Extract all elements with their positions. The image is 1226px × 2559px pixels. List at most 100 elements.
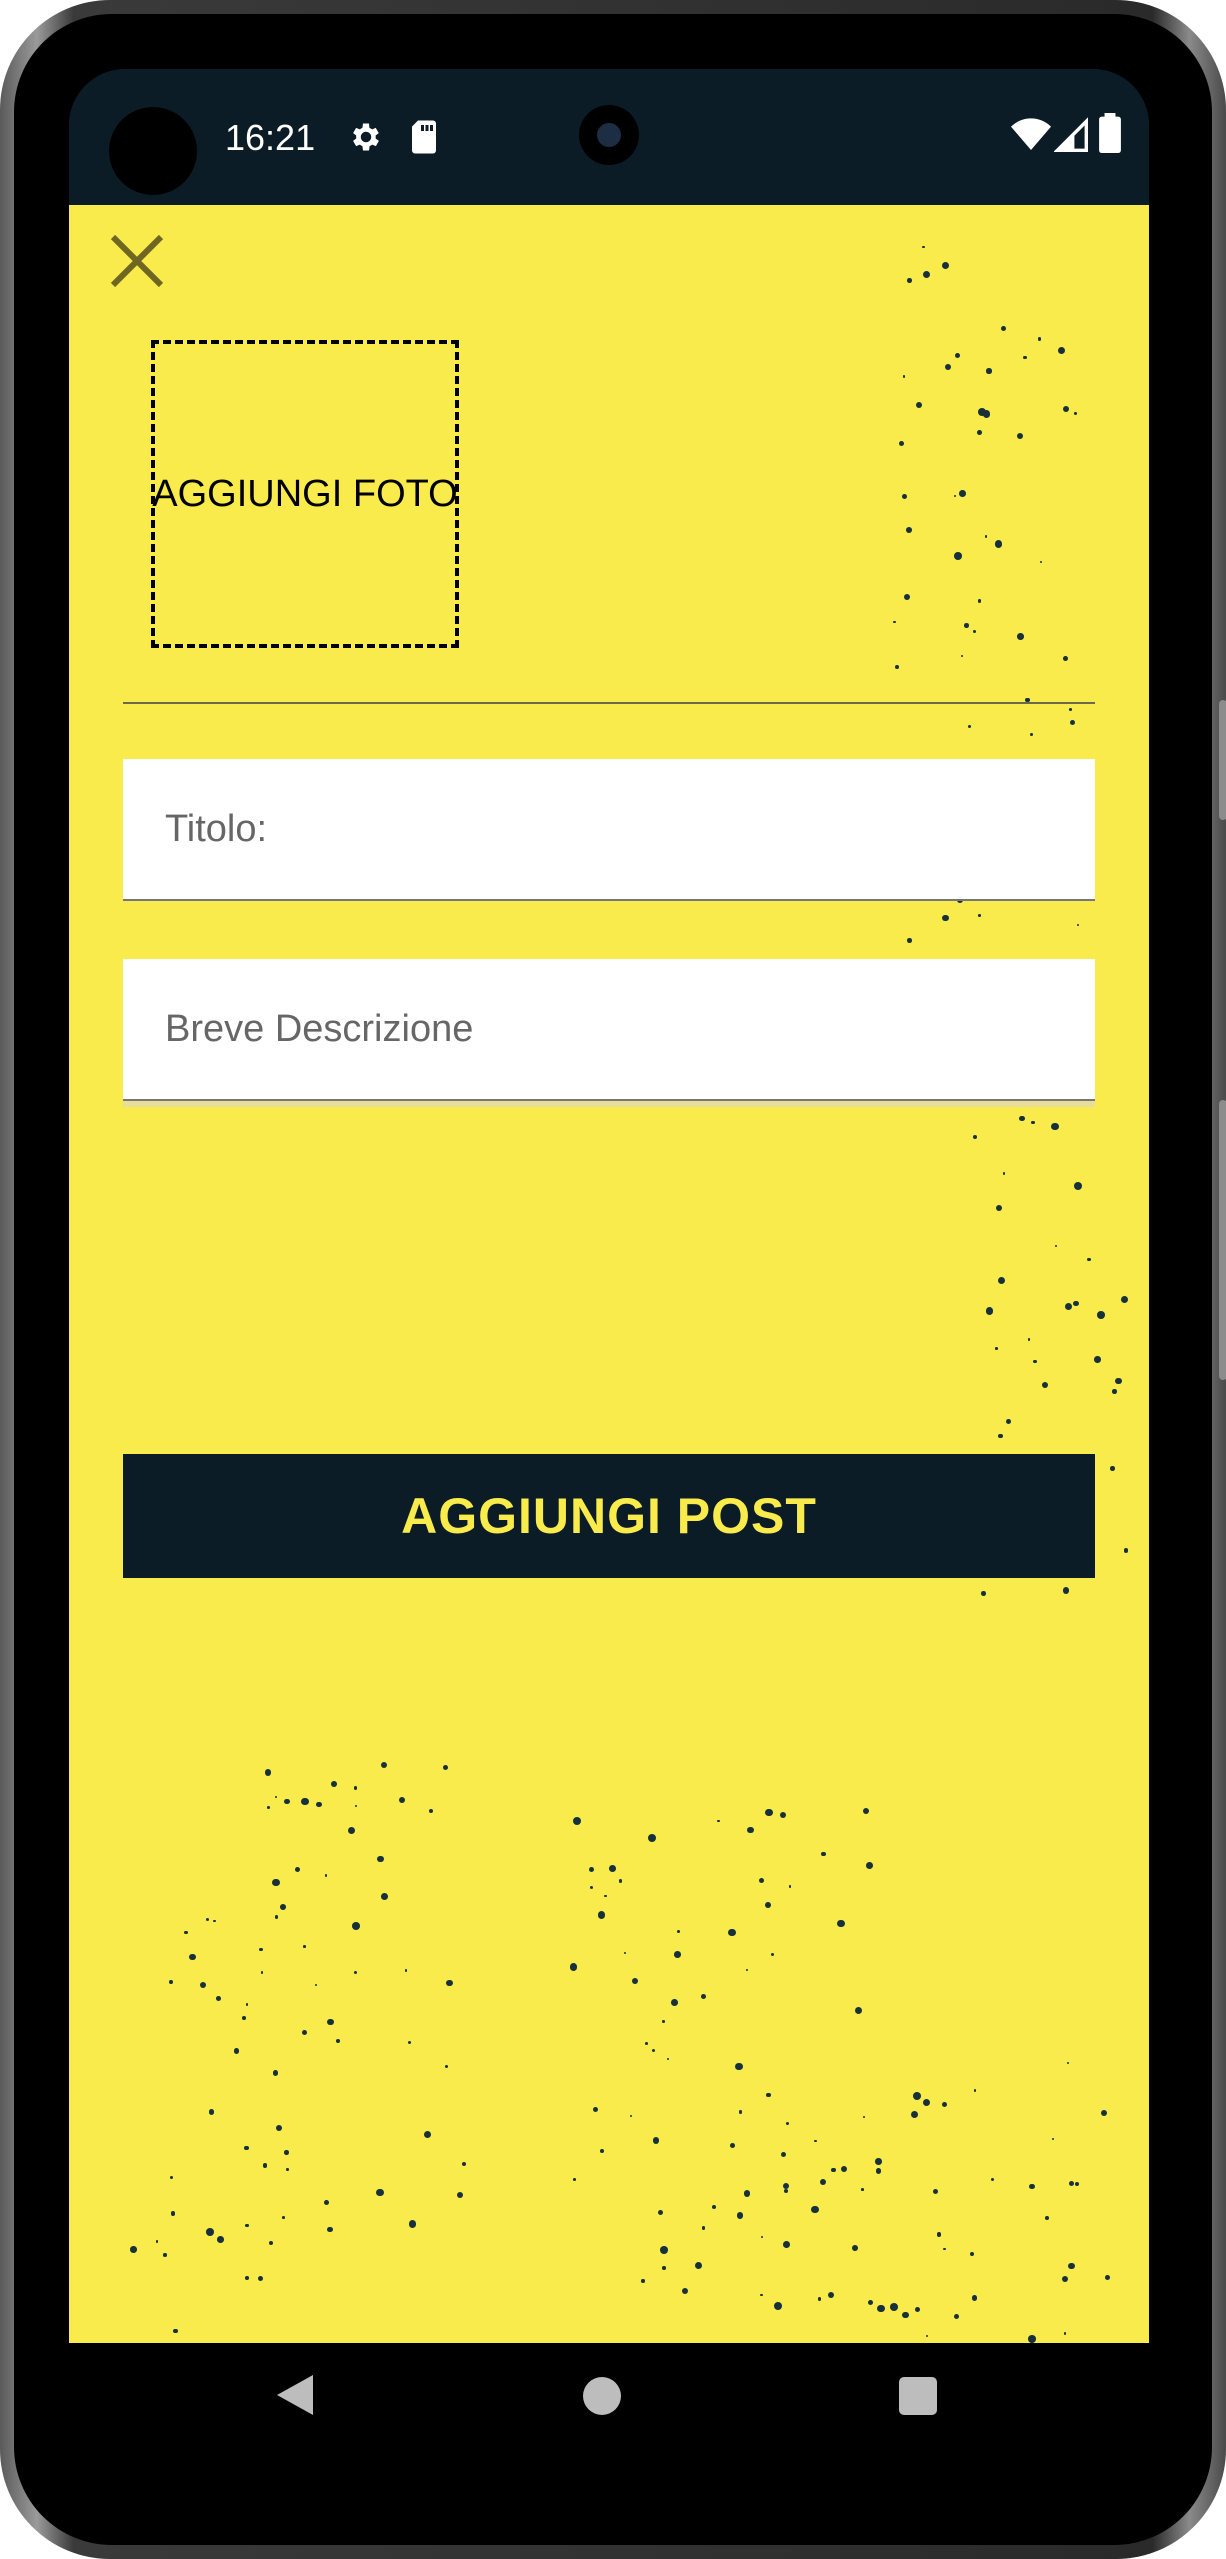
texture-speck: [985, 1307, 994, 1315]
texture-speck: [282, 2216, 286, 2220]
texture-speck: [353, 1786, 358, 1791]
texture-speck: [280, 1904, 286, 1911]
texture-speck: [921, 245, 925, 249]
texture-speck: [694, 2261, 703, 2270]
texture-speck: [272, 1878, 280, 1887]
texture-speck: [701, 1994, 707, 1999]
texture-speck: [246, 2003, 249, 2006]
texture-speck: [906, 527, 912, 534]
texture-speck: [408, 2220, 417, 2229]
texture-speck: [446, 1979, 453, 1987]
home-icon[interactable]: [583, 2377, 621, 2415]
recents-icon[interactable]: [899, 2377, 937, 2415]
texture-speck: [760, 2293, 763, 2297]
divider: [123, 702, 1095, 704]
texture-speck: [902, 375, 906, 378]
texture-speck: [1063, 2332, 1067, 2336]
texture-speck: [376, 1855, 384, 1863]
volume-button: [1219, 700, 1226, 820]
texture-speck: [428, 1808, 434, 1814]
texture-speck: [1070, 719, 1076, 725]
texture-speck: [301, 1798, 309, 1806]
texture-speck: [260, 1971, 264, 1974]
texture-speck: [1041, 1381, 1049, 1389]
texture-speck: [976, 429, 982, 435]
texture-speck: [811, 2205, 819, 2214]
texture-speck: [813, 2139, 817, 2143]
texture-speck: [747, 1826, 754, 1833]
texture-speck: [785, 2121, 790, 2126]
texture-speck: [738, 2110, 743, 2114]
add-post-label: AGGIUNGI POST: [401, 1488, 817, 1544]
texture-speck: [955, 352, 961, 358]
texture-speck: [572, 2178, 576, 2182]
texture-speck: [205, 1917, 210, 1922]
texture-speck: [866, 1862, 874, 1870]
texture-speck: [765, 1902, 772, 1908]
texture-speck: [942, 914, 949, 921]
texture-speck: [984, 535, 988, 538]
texture-speck: [1087, 1257, 1091, 1262]
texture-speck: [609, 1864, 617, 1872]
texture-speck: [902, 2311, 909, 2319]
description-field[interactable]: [123, 959, 1095, 1101]
texture-speck: [657, 2209, 663, 2216]
texture-speck: [381, 1893, 389, 1900]
texture-speck: [899, 440, 905, 446]
texture-speck: [347, 1826, 356, 1835]
texture-speck: [407, 2041, 411, 2045]
texture-speck: [901, 493, 907, 499]
texture-speck: [861, 2188, 864, 2192]
texture-speck: [245, 2275, 249, 2280]
texture-speck: [600, 2148, 605, 2153]
close-icon[interactable]: [107, 231, 167, 291]
texture-speck: [995, 1347, 998, 1350]
texture-speck: [376, 2188, 384, 2197]
texture-speck: [780, 2151, 787, 2158]
texture-speck: [354, 1804, 357, 1807]
texture-speck: [972, 630, 976, 634]
texture-speck: [597, 1911, 606, 1919]
texture-speck: [745, 1968, 749, 1972]
title-field[interactable]: [123, 759, 1095, 901]
texture-speck: [324, 1874, 328, 1877]
texture-speck: [922, 271, 930, 279]
texture-speck: [998, 1433, 1003, 1439]
title-input[interactable]: [123, 759, 1095, 899]
texture-speck: [923, 2098, 931, 2106]
texture-speck: [651, 2049, 655, 2053]
texture-speck: [327, 2018, 334, 2026]
texture-speck: [682, 2287, 689, 2294]
texture-speck: [910, 2110, 919, 2119]
camera-cutout: [109, 107, 197, 195]
texture-speck: [445, 2064, 449, 2068]
texture-speck: [1045, 2215, 1049, 2220]
texture-speck: [1033, 1359, 1037, 1364]
texture-speck: [1029, 2183, 1035, 2190]
texture-speck: [662, 2266, 666, 2270]
texture-speck: [1104, 2275, 1110, 2280]
texture-speck: [925, 2335, 928, 2338]
texture-speck: [827, 2292, 834, 2299]
description-input[interactable]: [123, 959, 1095, 1099]
texture-speck: [215, 1996, 221, 2002]
texture-speck: [766, 2092, 771, 2097]
add-photo-button[interactable]: AGGIUNGI FOTO: [151, 340, 459, 648]
texture-speck: [994, 540, 1003, 548]
texture-speck: [851, 2245, 858, 2251]
status-bar: 16:21: [69, 69, 1149, 205]
add-post-button[interactable]: AGGIUNGI POST: [123, 1454, 1095, 1578]
texture-speck: [184, 1930, 188, 1935]
texture-speck: [189, 1953, 196, 1961]
texture-speck: [986, 368, 992, 374]
texture-speck: [977, 913, 981, 917]
texture-speck: [259, 1948, 263, 1952]
back-icon[interactable]: [275, 2373, 315, 2417]
texture-speck: [286, 2168, 289, 2171]
texture-speck: [331, 1781, 337, 1787]
texture-speck: [729, 2143, 735, 2149]
sd-card-icon: [412, 120, 436, 154]
texture-speck: [907, 278, 912, 284]
texture-speck: [953, 495, 956, 498]
texture-speck: [875, 2168, 882, 2175]
